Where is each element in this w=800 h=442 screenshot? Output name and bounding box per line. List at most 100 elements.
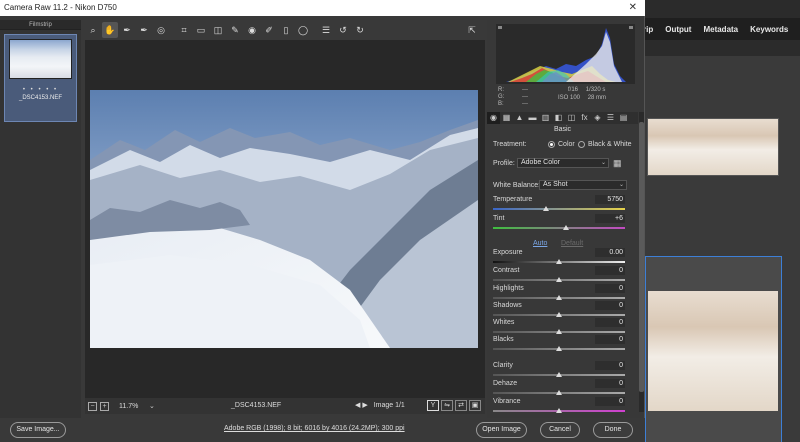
hand-icon[interactable]: ✋	[102, 22, 118, 38]
scrollbar-thumb[interactable]	[639, 122, 644, 392]
detail-tab-icon[interactable]: ▲	[513, 112, 526, 124]
shadows-value[interactable]: 0	[595, 301, 625, 310]
rotate-cw-icon[interactable]: ↻	[352, 22, 368, 38]
lens-tab-icon[interactable]: ◧	[552, 112, 565, 124]
tint-label: Tint	[493, 215, 505, 222]
calibration-tab-icon[interactable]: ◈	[591, 112, 604, 124]
previous-image-icon[interactable]: ◀	[355, 402, 360, 409]
snapshots-tab-icon[interactable]: ▤	[617, 112, 630, 124]
black-white-radio[interactable]	[578, 141, 585, 148]
zoom-icon[interactable]: ⌕	[85, 22, 101, 38]
exif-iso-focal: ISO 100 28 mm	[558, 95, 607, 101]
crop-icon[interactable]: ⌗	[176, 22, 192, 38]
contrast-value[interactable]: 0	[595, 266, 625, 275]
effects-tab-icon[interactable]: fx	[578, 112, 591, 124]
profile-dropdown[interactable]: Adobe Color ⌄	[517, 158, 609, 168]
contrast-slider-handle[interactable]	[556, 277, 562, 282]
next-image-icon[interactable]: ▶	[362, 402, 367, 409]
profile-label: Profile:	[493, 160, 515, 167]
transform-tab-icon[interactable]: ◫	[565, 112, 578, 124]
hsl-tab-icon[interactable]: ▬	[526, 112, 539, 124]
clarity-value[interactable]: 0	[595, 361, 625, 370]
tone-curve-tab-icon[interactable]: ▦	[500, 112, 513, 124]
highlights-slider-handle[interactable]	[556, 295, 562, 300]
vibrance-value[interactable]: 0	[595, 397, 625, 406]
preview-image[interactable]	[90, 90, 478, 348]
graduated-filter-icon[interactable]: ▯	[278, 22, 294, 38]
basic-tab-icon[interactable]: ◉	[487, 112, 500, 124]
workflow-options-link[interactable]: Adobe RGB (1998); 8 bit; 6016 by 4016 (2…	[224, 425, 405, 432]
exposure-value[interactable]: 0.00	[595, 248, 625, 257]
filmstrip-rating[interactable]: • • • • •	[5, 87, 76, 93]
filmstrip-header: Filmstrip	[0, 20, 81, 30]
image-canvas[interactable]	[85, 40, 485, 398]
chevron-down-icon: ⌄	[618, 182, 624, 188]
dehaze-slider-handle[interactable]	[556, 390, 562, 395]
clarity-slider-handle[interactable]	[556, 372, 562, 377]
white-balance-dropdown[interactable]: As Shot ⌄	[539, 180, 627, 190]
color-radio[interactable]	[548, 141, 555, 148]
open-preferences-icon[interactable]: ⇱	[464, 22, 480, 38]
tint-slider-handle[interactable]	[562, 225, 569, 230]
zoom-in-button[interactable]: +	[100, 401, 109, 411]
whites-slider-handle[interactable]	[556, 329, 562, 334]
background-thumbnail[interactable]	[647, 118, 779, 176]
profile-browser-icon[interactable]: ▦	[613, 157, 625, 169]
color-sampler-icon[interactable]: ✒	[136, 22, 152, 38]
transform-icon[interactable]: ◫	[210, 22, 226, 38]
done-button[interactable]: Done	[593, 422, 633, 438]
mountain-photo	[90, 90, 478, 348]
rotate-ccw-icon[interactable]: ↺	[335, 22, 351, 38]
background-selected-cell[interactable]	[645, 256, 782, 442]
black-white-option-label[interactable]: Black & White	[588, 141, 632, 148]
blacks-slider-handle[interactable]	[556, 346, 562, 351]
shadows-slider-handle[interactable]	[556, 312, 562, 317]
auto-link[interactable]: Auto	[533, 240, 547, 247]
title-bar: Camera Raw 11.2 - Nikon D750 ✕	[0, 0, 645, 16]
highlights-value[interactable]: 0	[595, 284, 625, 293]
camera-raw-window: Camera Raw 11.2 - Nikon D750 ✕ Filmstrip…	[0, 0, 645, 442]
save-image-button[interactable]: Save Image...	[10, 422, 66, 438]
panel-scrollbar[interactable]	[639, 112, 644, 412]
canvas-filename: _DSC4153.NEF	[231, 402, 282, 409]
red-eye-icon[interactable]: ◉	[244, 22, 260, 38]
menu-item-keywords[interactable]: Keywords	[750, 25, 788, 34]
exposure-slider-handle[interactable]	[556, 259, 562, 264]
background-preview-image	[648, 291, 778, 411]
zoom-out-button[interactable]: −	[88, 401, 97, 411]
chevron-down-icon[interactable]: ⌄	[149, 402, 155, 410]
split-toning-tab-icon[interactable]: ▥	[539, 112, 552, 124]
preferences-icon[interactable]: ☰	[318, 22, 334, 38]
zoom-level[interactable]: 11.7%	[119, 403, 149, 410]
cancel-button[interactable]: Cancel	[540, 422, 580, 438]
radial-filter-icon[interactable]: ◯	[295, 22, 311, 38]
adjustment-brush-icon[interactable]: ✐	[261, 22, 277, 38]
presets-tab-icon[interactable]: ☰	[604, 112, 617, 124]
tint-slider-track[interactable]	[493, 227, 625, 229]
targeted-adjustment-icon[interactable]: ◎	[153, 22, 169, 38]
rgb-values: --- --- ---	[522, 87, 528, 107]
temperature-value[interactable]: 5750	[595, 195, 625, 204]
close-icon[interactable]: ✕	[629, 2, 637, 13]
cycle-view-icon[interactable]: ⇋	[441, 400, 453, 411]
blacks-value[interactable]: 0	[595, 335, 625, 344]
swap-settings-icon[interactable]: ⇄	[455, 400, 467, 411]
filmstrip-thumbnail[interactable]: • • • • • _DSC4153.NEF	[4, 34, 77, 122]
before-after-y-icon[interactable]: Y	[427, 400, 439, 411]
default-link[interactable]: Default	[561, 240, 583, 247]
color-option-label[interactable]: Color	[558, 141, 575, 148]
menu-item-output[interactable]: Output	[665, 25, 691, 34]
dehaze-value[interactable]: 0	[595, 379, 625, 388]
treatment-label: Treatment:	[493, 141, 527, 148]
whites-value[interactable]: 0	[595, 318, 625, 327]
tint-value[interactable]: +6	[595, 214, 625, 223]
menu-item-metadata[interactable]: Metadata	[703, 25, 738, 34]
open-image-button[interactable]: Open Image	[476, 422, 527, 438]
toggle-settings-icon[interactable]: ▣	[469, 400, 481, 411]
straighten-icon[interactable]: ▭	[193, 22, 209, 38]
white-balance-icon[interactable]: ✒	[119, 22, 135, 38]
temperature-slider-handle[interactable]	[542, 206, 549, 211]
vibrance-slider-handle[interactable]	[556, 408, 562, 413]
spot-removal-icon[interactable]: ✎	[227, 22, 243, 38]
temperature-slider-track[interactable]	[493, 208, 625, 210]
